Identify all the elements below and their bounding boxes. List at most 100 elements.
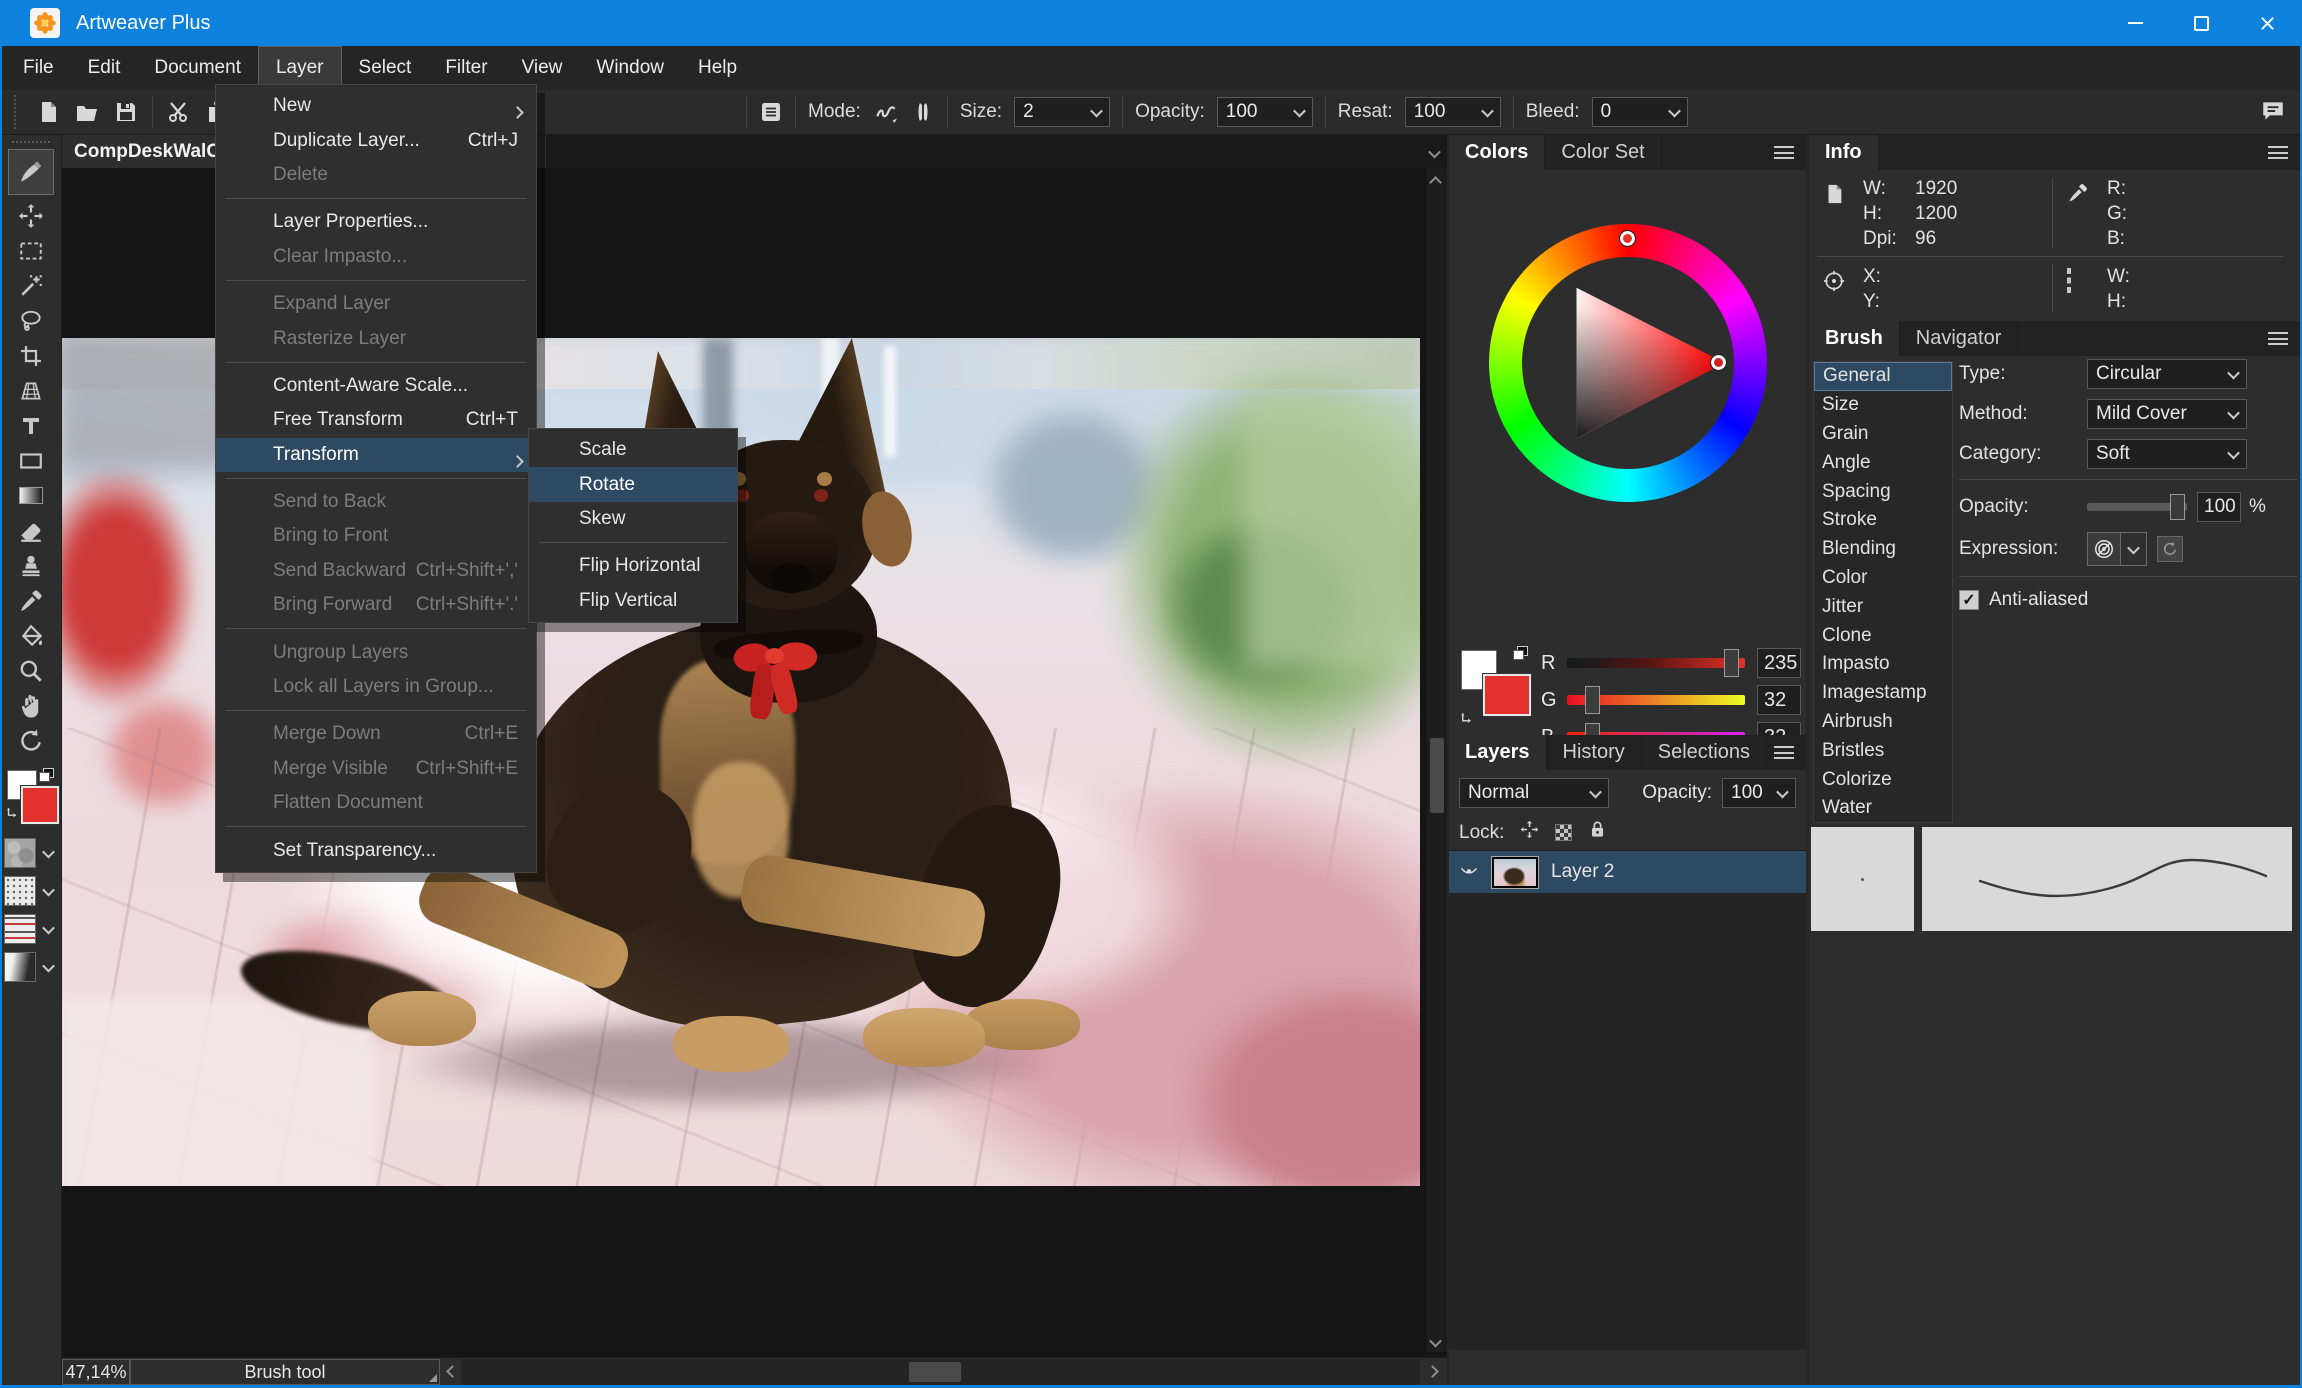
paper-texture-selector[interactable] xyxy=(4,838,58,868)
opacity-dropdown[interactable]: 100 xyxy=(1217,97,1313,127)
method-dropdown[interactable]: Mild Cover xyxy=(2087,399,2247,429)
brush-category-airbrush[interactable]: Airbrush xyxy=(1814,708,1952,737)
toolbar-grip[interactable] xyxy=(14,95,20,129)
menu-item-merge-down[interactable]: Merge DownCtrl+E xyxy=(216,717,536,751)
panel-menu-icon[interactable] xyxy=(1774,146,1794,159)
brush-category-clone[interactable]: Clone xyxy=(1814,621,1952,650)
marquee-select-tool-button[interactable] xyxy=(9,233,53,268)
vertical-scrollbar[interactable] xyxy=(1427,168,1447,1352)
red-slider-thumb[interactable] xyxy=(1724,649,1739,677)
swap-colors-icon[interactable] xyxy=(5,806,22,828)
tab-info[interactable]: Info xyxy=(1809,135,1879,170)
menu-item-new[interactable]: New xyxy=(216,89,536,123)
menu-file[interactable]: File xyxy=(6,46,71,90)
lasso-tool-button[interactable] xyxy=(9,303,53,338)
tab-brush[interactable]: Brush xyxy=(1809,321,1900,356)
zoom-tool-button[interactable] xyxy=(9,653,53,688)
brush-category-jitter[interactable]: Jitter xyxy=(1814,592,1952,621)
text-tool-button[interactable] xyxy=(9,408,53,443)
perspective-grid-tool-button[interactable] xyxy=(9,373,53,408)
brush-category-impasto[interactable]: Impasto xyxy=(1814,650,1952,679)
tab-layers[interactable]: Layers xyxy=(1449,735,1547,770)
gradient-tool-button[interactable] xyxy=(9,478,53,513)
pan-tool-button[interactable] xyxy=(9,688,53,723)
brush-category-colorize[interactable]: Colorize xyxy=(1814,765,1952,794)
expression-dropdown[interactable] xyxy=(2121,532,2147,566)
scroll-down-icon[interactable] xyxy=(1431,1334,1443,1346)
green-slider-thumb[interactable] xyxy=(1585,686,1600,714)
menu-item-free-transform[interactable]: Free TransformCtrl+T xyxy=(216,403,536,437)
cut-button[interactable] xyxy=(167,100,191,124)
clone-stamp-tool-button[interactable] xyxy=(9,548,53,583)
menu-help[interactable]: Help xyxy=(681,46,754,90)
layer-visibility-icon[interactable] xyxy=(1459,860,1479,885)
gradient-selector[interactable] xyxy=(4,952,58,982)
menu-item-send-backward[interactable]: Send BackwardCtrl+Shift+',' xyxy=(216,554,536,588)
menu-item-merge-visible[interactable]: Merge VisibleCtrl+Shift+E xyxy=(216,752,536,786)
status-tool-name[interactable]: Brush tool xyxy=(130,1359,440,1385)
open-button[interactable] xyxy=(74,100,100,124)
menu-item-clear-impasto[interactable]: Clear Impasto... xyxy=(216,240,536,274)
submenu-item-flip-horizontal[interactable]: Flip Horizontal xyxy=(529,549,737,583)
foreground-color-swatch[interactable] xyxy=(1483,674,1531,716)
brush-opacity-slider[interactable] xyxy=(2087,503,2187,511)
horizontal-scrollbar-thumb[interactable] xyxy=(909,1362,961,1382)
lock-transparency-icon[interactable] xyxy=(1555,824,1572,841)
tool-palette-grip[interactable] xyxy=(12,141,50,143)
brush-opacity-value[interactable]: 100 xyxy=(2197,492,2241,522)
menu-item-ungroup-layers[interactable]: Ungroup Layers xyxy=(216,635,536,669)
submenu-item-flip-vertical[interactable]: Flip Vertical xyxy=(529,584,737,618)
default-colors-icon[interactable] xyxy=(39,768,55,782)
pattern-selector[interactable] xyxy=(4,914,58,944)
crop-tool-button[interactable] xyxy=(9,338,53,373)
close-button[interactable] xyxy=(2234,0,2300,46)
symmetry-mode-button[interactable] xyxy=(911,100,935,124)
brush-category-grain[interactable]: Grain xyxy=(1814,420,1952,449)
tab-color-set[interactable]: Color Set xyxy=(1545,135,1661,170)
menu-item-bring-to-front[interactable]: Bring to Front xyxy=(216,519,536,553)
vertical-scrollbar-thumb[interactable] xyxy=(1430,738,1444,813)
shape-tool-button[interactable] xyxy=(9,443,53,478)
menu-item-rasterize-layer[interactable]: Rasterize Layer xyxy=(216,321,536,355)
menu-item-content-aware-scale[interactable]: Content-Aware Scale... xyxy=(216,369,536,403)
menu-item-lock-all-layers[interactable]: Lock all Layers in Group... xyxy=(216,670,536,704)
save-button[interactable] xyxy=(114,100,138,124)
tabbar-chevron-icon[interactable] xyxy=(1430,145,1439,163)
brush-category-spacing[interactable]: Spacing xyxy=(1814,477,1952,506)
brush-opacity-thumb[interactable] xyxy=(2170,494,2185,520)
layers-opacity-dropdown[interactable]: 100 xyxy=(1722,778,1796,808)
type-dropdown[interactable]: Circular xyxy=(2087,359,2247,389)
rotate-canvas-tool-button[interactable] xyxy=(9,723,53,758)
saturation-marker[interactable] xyxy=(1711,355,1726,370)
fill-tool-button[interactable] xyxy=(9,618,53,653)
menu-item-bring-forward[interactable]: Bring ForwardCtrl+Shift+'.' xyxy=(216,588,536,622)
menu-item-set-transparency[interactable]: Set Transparency... xyxy=(216,833,536,867)
category-dropdown[interactable]: Soft xyxy=(2087,439,2247,469)
eyedropper-tool-button[interactable] xyxy=(9,583,53,618)
menu-item-duplicate-layer[interactable]: Duplicate Layer...Ctrl+J xyxy=(216,123,536,157)
brush-category-stroke[interactable]: Stroke xyxy=(1814,506,1952,535)
size-dropdown[interactable]: 2 xyxy=(1014,97,1110,127)
panel-menu-icon[interactable] xyxy=(2268,146,2288,159)
submenu-item-skew[interactable]: Skew xyxy=(529,502,737,536)
green-value[interactable]: 32 xyxy=(1757,685,1801,715)
lock-all-icon[interactable] xyxy=(1588,820,1607,845)
antialiased-checkbox[interactable]: ✓ xyxy=(1959,590,1979,610)
brush-category-imagestamp[interactable]: Imagestamp xyxy=(1814,679,1952,708)
new-document-button[interactable] xyxy=(36,100,60,124)
zoom-level[interactable]: 47,14% xyxy=(62,1359,130,1385)
brush-category-color[interactable]: Color xyxy=(1814,564,1952,593)
expression-settings-button[interactable] xyxy=(2157,536,2183,562)
expression-button[interactable] xyxy=(2087,532,2121,566)
magic-wand-tool-button[interactable] xyxy=(9,268,53,303)
menu-item-send-to-back[interactable]: Send to Back xyxy=(216,485,536,519)
tab-colors[interactable]: Colors xyxy=(1449,135,1545,170)
move-tool-button[interactable] xyxy=(9,198,53,233)
bleed-dropdown[interactable]: 0 xyxy=(1592,97,1688,127)
brush-category-general[interactable]: General xyxy=(1814,362,1952,391)
blend-mode-dropdown[interactable]: Normal xyxy=(1459,778,1609,808)
scroll-right-icon[interactable] xyxy=(1426,1365,1439,1378)
brush-category-water[interactable]: Water xyxy=(1814,794,1952,823)
freehand-mode-button[interactable] xyxy=(873,99,899,125)
panel-menu-icon[interactable] xyxy=(2268,332,2288,345)
